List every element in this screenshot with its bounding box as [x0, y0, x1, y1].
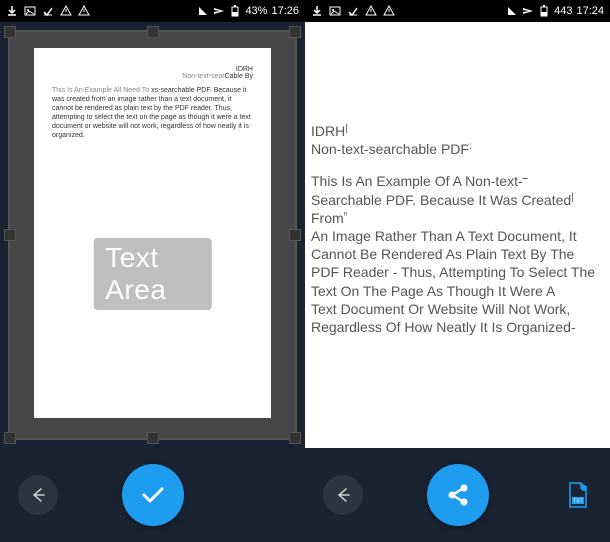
image-icon	[329, 5, 341, 17]
crop-handle-bottom-center[interactable]	[147, 432, 159, 444]
svg-text:TXT: TXT	[573, 499, 582, 505]
battery-percent: 43%	[245, 5, 267, 17]
document-page: IDRH Non-text-searCable By This Is An Ex…	[34, 48, 271, 418]
download-icon	[311, 5, 323, 17]
confirm-button[interactable]	[122, 464, 184, 526]
crop-frame[interactable]: IDRH Non-text-searCable By This Is An Ex…	[8, 30, 297, 440]
screen-crop-left: 43% 17:26 IDRH Non-text-searCable By Thi…	[0, 0, 305, 542]
page-header: IDRH Non-text-searCable By	[52, 66, 253, 80]
status-left-group	[311, 5, 395, 17]
text-area-overlay-label: Text Area	[93, 238, 212, 310]
warning-icon	[365, 5, 377, 17]
text-line-9: Regardless Of How Neatly It Is Organized…	[311, 318, 604, 336]
airplane-icon	[213, 5, 225, 17]
back-button[interactable]	[323, 475, 363, 515]
text-line-hdr1: IDRH|	[311, 122, 604, 140]
crop-handle-mid-left[interactable]	[4, 229, 16, 241]
battery-icon	[229, 5, 241, 17]
text-line-3: Fromⁿ	[311, 209, 604, 227]
text-line-8: Text Document Or Website Will Not Work,	[311, 300, 604, 318]
image-icon	[24, 5, 36, 17]
bottom-bar-left	[0, 448, 305, 542]
status-time: 17:24	[576, 5, 604, 17]
crop-content-area: IDRH Non-text-searCable By This Is An Ex…	[0, 22, 305, 448]
crop-handle-mid-right[interactable]	[289, 229, 301, 241]
airplane-icon	[522, 5, 534, 17]
page-header-line2: Non-text-searCable By	[52, 73, 253, 80]
back-button[interactable]	[18, 475, 58, 515]
text-line-2: Searchable PDF. Because It Was Created|	[311, 191, 604, 209]
crop-handle-bottom-left[interactable]	[4, 432, 16, 444]
text-line-7: Text On The Page As Though It Were A	[311, 282, 604, 300]
txt-file-button[interactable]: TXT	[564, 481, 592, 509]
check-icon	[42, 5, 54, 17]
page-body: This Is An Example All Need To xs-search…	[52, 86, 253, 141]
status-bar: 43% 17:26	[0, 0, 305, 22]
text-content-area: IDRH| Non-text-searchable PDF: This Is A…	[305, 22, 610, 448]
screen-text-right: 443 17:24 IDRH| Non-text-searchable PDF:…	[305, 0, 610, 542]
text-line-hdr2: Non-text-searchable PDF:	[311, 140, 604, 158]
warning-icon-2	[383, 5, 395, 17]
bottom-bar-right: TXT	[305, 448, 610, 542]
text-line-6: PDF Reader - Thus, Attempting To Select …	[311, 263, 604, 281]
text-line-1: This Is An Example Of A Non-text-⎯	[311, 172, 604, 190]
status-time: 17:26	[271, 5, 299, 17]
crop-handle-top-right[interactable]	[289, 26, 301, 38]
battery-icon	[538, 5, 550, 17]
crop-handle-top-center[interactable]	[147, 26, 159, 38]
signal-icon	[197, 5, 209, 17]
warning-icon-2	[78, 5, 90, 17]
crop-handle-top-left[interactable]	[4, 26, 16, 38]
page-header-line1: IDRH	[52, 66, 253, 73]
status-right-group: 443 17:24	[506, 5, 604, 17]
warning-icon	[60, 5, 72, 17]
battery-percent: 443	[554, 5, 572, 17]
download-icon	[6, 5, 18, 17]
status-left-group	[6, 5, 90, 17]
share-button[interactable]	[427, 464, 489, 526]
text-line-5: Cannot Be Rendered As Plain Text By The	[311, 245, 604, 263]
check-icon	[347, 5, 359, 17]
extracted-text-view[interactable]: IDRH| Non-text-searchable PDF: This Is A…	[305, 22, 610, 448]
signal-icon	[506, 5, 518, 17]
text-line-4: An Image Rather Than A Text Document, It	[311, 227, 604, 245]
status-bar: 443 17:24	[305, 0, 610, 22]
crop-handle-bottom-right[interactable]	[289, 432, 301, 444]
status-right-group: 43% 17:26	[197, 5, 299, 17]
